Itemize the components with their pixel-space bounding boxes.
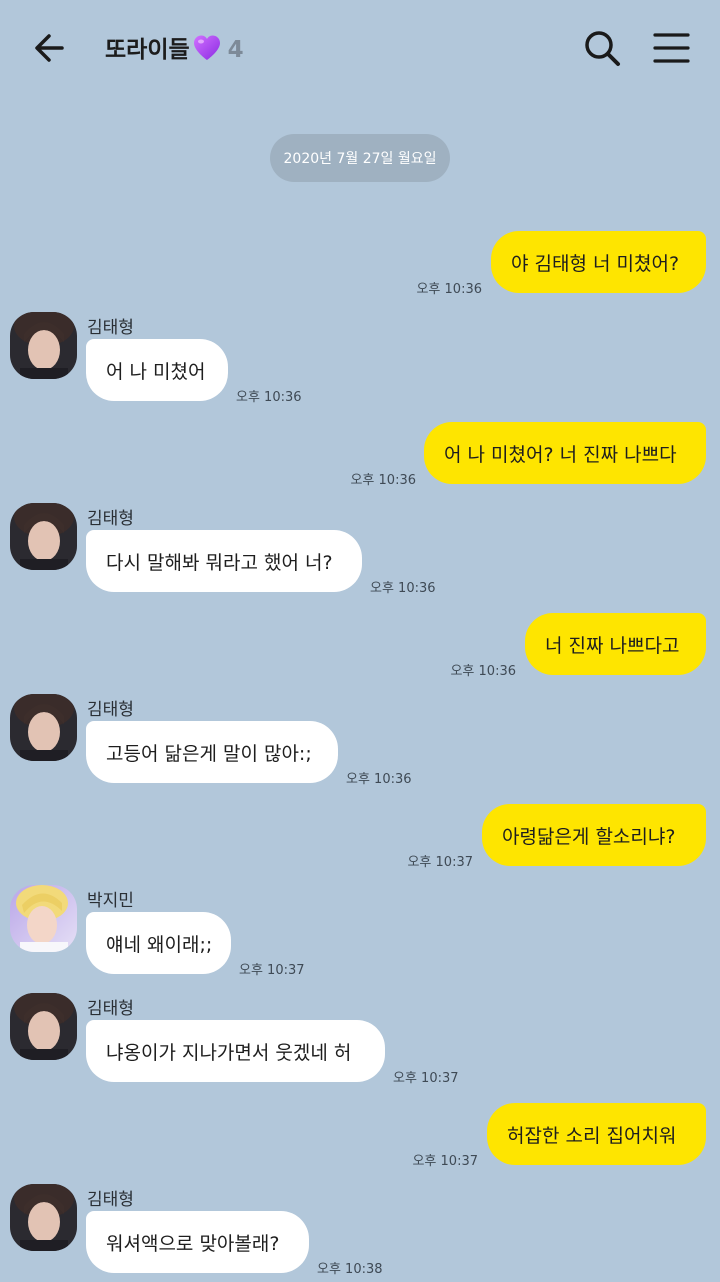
- message-time: 오후 10:37: [393, 1071, 459, 1086]
- sender-name: 김태형: [87, 700, 134, 720]
- my-message-bubble[interactable]: 허잡한 소리 집어치워: [487, 1103, 706, 1165]
- avatar[interactable]: [10, 503, 77, 570]
- date-divider: 2020년 7월 27일 월요일: [270, 134, 450, 182]
- message-text: 허잡한 소리 집어치워: [507, 1124, 677, 1147]
- message-text: 어 나 미쳤어? 너 진짜 나쁘다: [444, 443, 677, 466]
- search-icon: [585, 31, 620, 66]
- received-message-bubble[interactable]: 얘네 왜이래;;: [86, 912, 231, 974]
- chat-room-title[interactable]: 또라이들 4: [105, 30, 244, 68]
- message-time: 오후 10:36: [416, 282, 482, 297]
- member-count: 4: [227, 37, 244, 63]
- message-time: 오후 10:36: [236, 390, 302, 405]
- received-message-bubble[interactable]: 냐옹이가 지나가면서 웃겠네 허: [86, 1020, 385, 1082]
- search-button[interactable]: [580, 26, 624, 70]
- purple-heart-icon: [192, 34, 222, 68]
- avatar[interactable]: [10, 694, 77, 761]
- message-time: 오후 10:36: [346, 772, 412, 787]
- profile-photo-taehyung: [10, 694, 77, 761]
- message-time: 오후 10:37: [239, 963, 305, 978]
- arrow-left-icon: [35, 34, 64, 62]
- back-button[interactable]: [28, 24, 72, 72]
- received-message-bubble[interactable]: 다시 말해봐 뭐라고 했어 너?: [86, 530, 362, 592]
- room-name: 또라이들: [105, 37, 190, 63]
- avatar[interactable]: [10, 312, 77, 379]
- my-message-bubble[interactable]: 너 진짜 나쁘다고: [525, 613, 706, 675]
- message-text: 다시 말해봐 뭐라고 했어 너?: [106, 551, 333, 574]
- menu-button[interactable]: [650, 26, 694, 70]
- message-time: 오후 10:36: [370, 581, 436, 596]
- received-message-bubble[interactable]: 어 나 미쳤어: [86, 339, 228, 401]
- profile-photo-jimin: [10, 885, 77, 952]
- profile-photo-taehyung: [10, 503, 77, 570]
- message-text: 고등어 닮은게 말이 많아:;: [106, 742, 312, 765]
- my-message-bubble[interactable]: 야 김태형 너 미쳤어?: [491, 231, 706, 293]
- sender-name: 박지민: [87, 891, 134, 911]
- sender-name: 김태형: [87, 1190, 134, 1210]
- message-time: 오후 10:36: [350, 473, 416, 488]
- message-time: 오후 10:38: [317, 1262, 383, 1277]
- avatar[interactable]: [10, 885, 77, 952]
- message-text: 워셔액으로 맞아볼래?: [106, 1232, 280, 1255]
- sender-name: 김태형: [87, 509, 134, 529]
- message-text: 얘네 왜이래;;: [106, 933, 213, 956]
- avatar[interactable]: [10, 1184, 77, 1251]
- my-message-bubble[interactable]: 아령닮은게 할소리냐?: [482, 804, 706, 866]
- profile-photo-taehyung: [10, 993, 77, 1060]
- message-text: 어 나 미쳤어: [106, 360, 206, 383]
- message-text: 너 진짜 나쁘다고: [545, 634, 680, 657]
- received-message-bubble[interactable]: 워셔액으로 맞아볼래?: [86, 1211, 309, 1273]
- sender-name: 김태형: [87, 999, 134, 1019]
- sender-name: 김태형: [87, 318, 134, 338]
- hamburger-menu-icon: [653, 33, 690, 63]
- my-message-bubble[interactable]: 어 나 미쳤어? 너 진짜 나쁘다: [424, 422, 706, 484]
- message-text: 아령닮은게 할소리냐?: [502, 825, 676, 848]
- message-time: 오후 10:37: [412, 1154, 478, 1169]
- received-message-bubble[interactable]: 고등어 닮은게 말이 많아:;: [86, 721, 338, 783]
- avatar[interactable]: [10, 993, 77, 1060]
- message-time: 오후 10:37: [407, 855, 473, 870]
- message-time: 오후 10:36: [450, 664, 516, 679]
- profile-photo-taehyung: [10, 312, 77, 379]
- profile-photo-taehyung: [10, 1184, 77, 1251]
- message-text: 야 김태형 너 미쳤어?: [511, 252, 680, 275]
- chat-header: 또라이들 4: [0, 0, 720, 96]
- message-text: 냐옹이가 지나가면서 웃겠네 허: [106, 1041, 352, 1064]
